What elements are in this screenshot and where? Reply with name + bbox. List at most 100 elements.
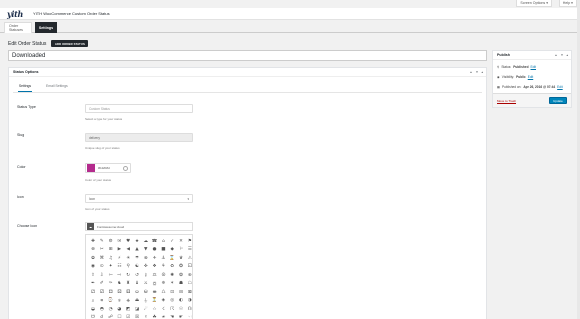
- icon-option[interactable]: ◒: [89, 305, 97, 313]
- icon-option[interactable]: ✕: [177, 237, 185, 245]
- icon-option[interactable]: ●: [151, 246, 159, 254]
- icon-option[interactable]: ☙: [159, 314, 167, 319]
- icon-option[interactable]: ☐: [115, 314, 123, 319]
- icon-option[interactable]: ◔: [107, 305, 115, 313]
- icon-option[interactable]: ◎: [168, 297, 176, 305]
- icon-option[interactable]: ☂: [133, 254, 141, 262]
- icon-option[interactable]: ⚑: [186, 237, 192, 245]
- toggle-panel-icon[interactable]: ▴: [481, 70, 483, 74]
- icon-option[interactable]: ⚡: [115, 254, 123, 262]
- icon-option[interactable]: ♥: [124, 237, 132, 245]
- icon-option[interactable]: ⛁: [142, 288, 150, 296]
- icon-option[interactable]: ♝: [133, 280, 141, 288]
- icon-option[interactable]: ✵: [159, 280, 167, 288]
- icon-select[interactable]: Icon ▾: [85, 194, 193, 203]
- help-tab[interactable]: Help ▾: [558, 0, 577, 7]
- icon-option[interactable]: ✓: [168, 237, 176, 245]
- icon-option[interactable]: ☆: [151, 305, 159, 313]
- title-input[interactable]: Downloaded: [8, 50, 487, 61]
- move-down-icon[interactable]: ▼: [476, 70, 479, 74]
- add-order-status-button[interactable]: ADD ORDER STATUS: [51, 40, 89, 47]
- icon-option[interactable]: ☊: [186, 305, 192, 313]
- icon-option[interactable]: ⛭: [151, 280, 159, 288]
- icon-option[interactable]: ⊡: [168, 288, 176, 296]
- icon-option[interactable]: ⚓: [159, 254, 167, 262]
- icon-option[interactable]: ☜: [186, 314, 192, 319]
- icon-option[interactable]: ⌚: [107, 297, 115, 305]
- icon-option[interactable]: ⊙: [98, 263, 106, 271]
- icon-option[interactable]: ⌗: [98, 297, 106, 305]
- icon-option[interactable]: ⚃: [107, 288, 115, 296]
- icon-option[interactable]: ⊟: [177, 288, 185, 296]
- icon-option[interactable]: ⚅: [124, 288, 132, 296]
- icon-option[interactable]: ◉: [89, 263, 97, 271]
- icon-option[interactable]: ↺: [133, 271, 141, 279]
- chosen-icon-field[interactable]: ☁ FontAwesome:cloud: [85, 222, 193, 231]
- tab-settings-inner[interactable]: Settings: [18, 84, 32, 92]
- icon-option[interactable]: ⚔: [142, 280, 150, 288]
- icon-option[interactable]: ☗: [177, 280, 185, 288]
- icon-option[interactable]: ✪: [177, 263, 185, 271]
- icon-option[interactable]: ⌘: [98, 254, 106, 262]
- icon-option[interactable]: ⏏: [133, 297, 141, 305]
- icon-option[interactable]: ☋: [89, 314, 97, 319]
- icon-option[interactable]: ⚂: [98, 288, 106, 296]
- icon-option[interactable]: ◆: [168, 246, 176, 254]
- icon-option[interactable]: ✚: [89, 237, 97, 245]
- icon-option[interactable]: ☒: [133, 314, 141, 319]
- move-up-icon[interactable]: ▲: [470, 70, 473, 74]
- icon-option[interactable]: ☚: [168, 314, 176, 319]
- icon-option[interactable]: ✦: [107, 263, 115, 271]
- icon-option[interactable]: ⚠: [186, 254, 192, 262]
- icon-option[interactable]: ☯: [133, 263, 141, 271]
- icon-option[interactable]: ◕: [115, 305, 123, 313]
- icon-option[interactable]: ⚘: [159, 263, 167, 271]
- icon-option[interactable]: ⇧: [89, 271, 97, 279]
- icon-option[interactable]: ☉: [177, 305, 185, 313]
- icon-option[interactable]: ☓: [142, 314, 150, 319]
- icon-option[interactable]: ☮: [159, 271, 167, 279]
- icon-option[interactable]: ☖: [186, 280, 192, 288]
- icon-option[interactable]: ⎈: [124, 297, 132, 305]
- icon-option[interactable]: ⛂: [151, 288, 159, 296]
- icon-option[interactable]: ☘: [151, 314, 159, 319]
- icon-option[interactable]: ✜: [142, 263, 150, 271]
- icon-option[interactable]: ⚙: [107, 237, 115, 245]
- icon-option[interactable]: ◓: [98, 305, 106, 313]
- icon-option[interactable]: ⚐: [177, 246, 185, 254]
- icon-option[interactable]: ⏳: [151, 297, 159, 305]
- icon-option[interactable]: ☄: [142, 305, 150, 313]
- icon-option[interactable]: ⏚: [142, 297, 150, 305]
- edit-status-link[interactable]: Edit: [531, 65, 537, 69]
- icon-option[interactable]: ☛: [177, 314, 185, 319]
- icon-option[interactable]: ⚄: [115, 288, 123, 296]
- icon-option[interactable]: ⌛: [168, 254, 176, 262]
- icon-option[interactable]: ✈: [151, 254, 159, 262]
- icon-option[interactable]: ✂: [98, 246, 106, 254]
- icon-option[interactable]: ☁: [142, 237, 150, 245]
- icon-option[interactable]: ♫: [107, 254, 115, 262]
- icon-option[interactable]: ♻: [168, 263, 176, 271]
- icon-option[interactable]: ✒: [89, 280, 97, 288]
- icon-option[interactable]: ✑: [107, 280, 115, 288]
- icon-option[interactable]: ▼: [142, 246, 150, 254]
- icon-option[interactable]: ⇩: [98, 271, 106, 279]
- icon-option[interactable]: ⊛: [186, 271, 192, 279]
- icon-option[interactable]: ⛀: [133, 288, 141, 296]
- edit-visibility-link[interactable]: Edit: [528, 75, 534, 79]
- icon-option[interactable]: ♞: [115, 280, 123, 288]
- icon-option[interactable]: ↻: [124, 271, 132, 279]
- icon-option[interactable]: ☈: [168, 305, 176, 313]
- icon-option[interactable]: ☍: [107, 314, 115, 319]
- icon-option[interactable]: ⊠: [186, 288, 192, 296]
- icon-option[interactable]: ◈: [159, 297, 167, 305]
- icon-option[interactable]: ⇨: [115, 271, 123, 279]
- icon-option[interactable]: ❖: [151, 263, 159, 271]
- icon-option[interactable]: ⌂: [159, 237, 167, 245]
- icon-option[interactable]: ◀: [124, 246, 132, 254]
- icon-option[interactable]: ⇦: [107, 271, 115, 279]
- icon-option[interactable]: ♜: [124, 280, 132, 288]
- icon-option[interactable]: ⍟: [115, 297, 123, 305]
- icon-option[interactable]: ⚲: [124, 263, 132, 271]
- icon-option[interactable]: ◑: [186, 297, 192, 305]
